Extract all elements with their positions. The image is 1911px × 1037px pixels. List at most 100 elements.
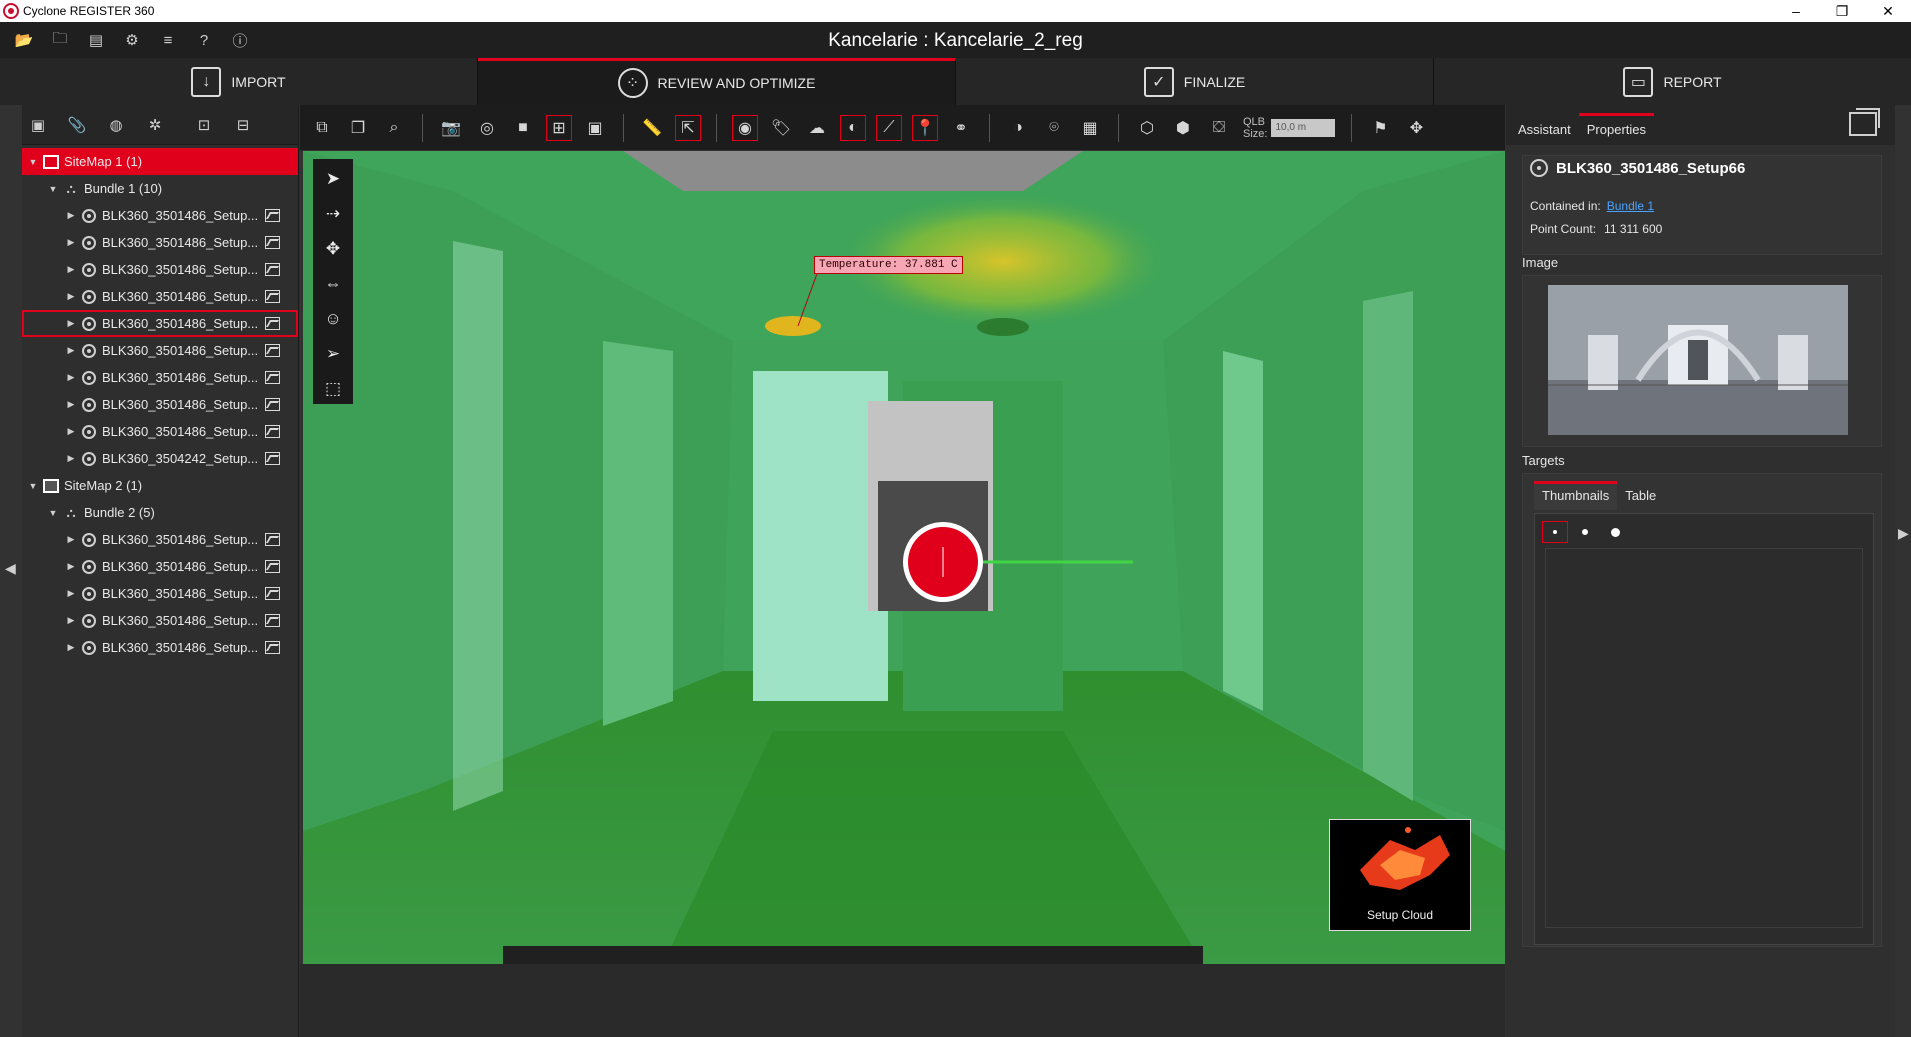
- tree-setup-item[interactable]: ▶ BLK360_3504242_Setup...: [22, 445, 298, 472]
- cloud-icon[interactable]: ☁: [805, 116, 829, 140]
- bundle-view-icon[interactable]: ⊟: [233, 115, 253, 135]
- tree-folder-icon[interactable]: ▣: [28, 115, 48, 135]
- cube-clip-icon[interactable]: ⬢: [1171, 116, 1195, 140]
- image-icon[interactable]: [265, 317, 280, 330]
- tag-icon[interactable]: 🏷: [769, 116, 793, 140]
- tree-setup-item[interactable]: ▶ BLK360_3501486_Setup...: [22, 580, 298, 607]
- panorama-icon[interactable]: ⊞: [546, 114, 572, 141]
- transform-icon[interactable]: ✥: [1404, 116, 1428, 140]
- tree-setup-item[interactable]: ▶ BLK360_3501486_Setup...: [22, 553, 298, 580]
- sphere-icon[interactable]: ◑: [1006, 116, 1030, 140]
- tree-bundle-2[interactable]: ▼ ⛬ Bundle 2 (5): [22, 499, 298, 526]
- measure-icon[interactable]: ⟋: [876, 114, 902, 141]
- tab-review-and-optimize[interactable]: ⁘ REVIEW AND OPTIMIZE: [478, 58, 956, 105]
- selection-box-icon[interactable]: ▦: [1078, 116, 1102, 140]
- sitemap-view-icon[interactable]: ⊡: [194, 115, 214, 135]
- layers-icon[interactable]: ❐: [346, 116, 370, 140]
- target-icon[interactable]: ◉: [732, 114, 758, 141]
- walk-icon[interactable]: ☺: [321, 307, 345, 331]
- expand-caret-icon[interactable]: ▼: [26, 157, 40, 167]
- tab-thumbnails[interactable]: Thumbnails: [1534, 481, 1618, 510]
- expand-caret-icon[interactable]: ▶: [64, 426, 78, 437]
- expand-caret-icon[interactable]: ▼: [26, 481, 40, 491]
- image-icon[interactable]: [265, 452, 280, 465]
- image-icon[interactable]: [265, 263, 280, 276]
- tree-setup-item[interactable]: ▶ BLK360_3501486_Setup...: [22, 337, 298, 364]
- expand-caret-icon[interactable]: ▶: [64, 345, 78, 356]
- tree-setup-item[interactable]: ▶ BLK360_3501486_Setup...: [22, 634, 298, 661]
- cube-measure-icon[interactable]: ⛋: [1207, 116, 1231, 140]
- expand-caret-icon[interactable]: ▶: [64, 291, 78, 302]
- expand-caret-icon[interactable]: ▶: [64, 642, 78, 653]
- tree-bundle-1[interactable]: ▼ ⛬ Bundle 1 (10): [22, 175, 298, 202]
- tab-finalize[interactable]: ✓ FINALIZE: [956, 58, 1434, 105]
- tree-setup-item[interactable]: ▶ BLK360_3501486_Setup...: [22, 202, 298, 229]
- expand-caret-icon[interactable]: ▼: [46, 184, 60, 194]
- tree-setup-item[interactable]: ▶ BLK360_3501486_Setup...: [22, 310, 298, 337]
- location-pin-icon[interactable]: 📍: [912, 114, 938, 141]
- copy-view-icon[interactable]: ⧉: [310, 116, 334, 140]
- qlb-size-input[interactable]: 10,0 m: [1271, 118, 1336, 137]
- orbit-icon[interactable]: ✥: [321, 237, 345, 261]
- expand-caret-icon[interactable]: ▶: [64, 615, 78, 626]
- expand-caret-icon[interactable]: ▶: [64, 372, 78, 383]
- zoom-fit-icon[interactable]: ⌕: [382, 116, 406, 140]
- image-icon[interactable]: [265, 533, 280, 546]
- globe-icon[interactable]: ◍: [106, 115, 126, 135]
- tab-table[interactable]: Table: [1617, 481, 1664, 510]
- multi-select-icon[interactable]: ⇢: [321, 202, 345, 226]
- tree-setup-item[interactable]: ▶ BLK360_3501486_Setup...: [22, 526, 298, 553]
- expand-caret-icon[interactable]: ▶: [64, 318, 78, 329]
- image-icon[interactable]: [265, 560, 280, 573]
- tree-setup-item[interactable]: ▶ BLK360_3501486_Setup...: [22, 229, 298, 256]
- checker-target-icon[interactable]: ◐: [840, 114, 866, 141]
- view-cube-icon[interactable]: ⬚: [321, 377, 345, 401]
- image-icon[interactable]: [265, 209, 280, 222]
- contained-in-link[interactable]: Bundle 1: [1607, 199, 1654, 213]
- expand-caret-icon[interactable]: ▶: [64, 237, 78, 248]
- marker-icon[interactable]: ⌾: [1042, 116, 1066, 140]
- cloud-merge-icon[interactable]: ◎: [475, 116, 499, 140]
- setup-cloud-thumbnail[interactable]: Setup Cloud: [1329, 819, 1471, 931]
- link-icon[interactable]: ⚭: [949, 116, 973, 140]
- image-icon[interactable]: [265, 371, 280, 384]
- select-cursor-icon[interactable]: ➤: [321, 167, 345, 191]
- tab-properties[interactable]: Properties: [1578, 113, 1654, 145]
- tree-setup-item[interactable]: ▶ BLK360_3501486_Setup...: [22, 418, 298, 445]
- image-icon[interactable]: [265, 587, 280, 600]
- image-icon[interactable]: [265, 290, 280, 303]
- image-icon[interactable]: [265, 641, 280, 654]
- tree-setup-item[interactable]: ▶ BLK360_3501486_Setup...: [22, 283, 298, 310]
- expand-caret-icon[interactable]: ▶: [64, 264, 78, 275]
- image-icon[interactable]: [265, 398, 280, 411]
- square-icon[interactable]: ■: [511, 116, 535, 140]
- tree-setup-item[interactable]: ▶ BLK360_3501486_Setup...: [22, 256, 298, 283]
- panorama-image[interactable]: [1548, 285, 1848, 435]
- tree-setup-item[interactable]: ▶ BLK360_3501486_Setup...: [22, 364, 298, 391]
- image-icon[interactable]: [265, 344, 280, 357]
- image-icon[interactable]: [265, 425, 280, 438]
- tree-setup-item[interactable]: ▶ BLK360_3501486_Setup...: [22, 391, 298, 418]
- collapse-left-panel-icon[interactable]: ◀: [5, 560, 16, 577]
- tree-sitemap-1[interactable]: ▼ SiteMap 1 (1): [22, 148, 298, 175]
- cube-view-icon[interactable]: ⬡: [1135, 116, 1159, 140]
- restore-button[interactable]: ❐: [1819, 0, 1865, 22]
- target-size-small[interactable]: [1542, 521, 1568, 543]
- ruler-icon[interactable]: 📏: [640, 116, 664, 140]
- expand-caret-icon[interactable]: ▶: [64, 210, 78, 221]
- target-size-medium[interactable]: [1573, 522, 1597, 542]
- minimize-button[interactable]: –: [1773, 0, 1819, 22]
- expand-caret-icon[interactable]: ▶: [64, 561, 78, 572]
- camera-icon[interactable]: 📷: [439, 116, 463, 140]
- pick-point-icon[interactable]: ⇱: [675, 114, 701, 141]
- tree-setup-item[interactable]: ▶ BLK360_3501486_Setup...: [22, 607, 298, 634]
- expand-caret-icon[interactable]: ▼: [46, 508, 60, 518]
- figure-icon[interactable]: ⚑: [1368, 116, 1392, 140]
- expand-caret-icon[interactable]: ▶: [64, 588, 78, 599]
- tab-assistant[interactable]: Assistant: [1510, 122, 1579, 145]
- tab-report[interactable]: ▭ REPORT: [1434, 58, 1911, 105]
- pan-icon[interactable]: ⇔: [321, 272, 345, 296]
- 3d-viewport[interactable]: ➤ ⇢ ✥ ⇔ ☺ ➢ ⬚ Temperature: 37.881 C Setu…: [303, 151, 1505, 964]
- collapse-right-panel-icon[interactable]: ▶: [1898, 525, 1909, 542]
- close-button[interactable]: ✕: [1865, 0, 1911, 22]
